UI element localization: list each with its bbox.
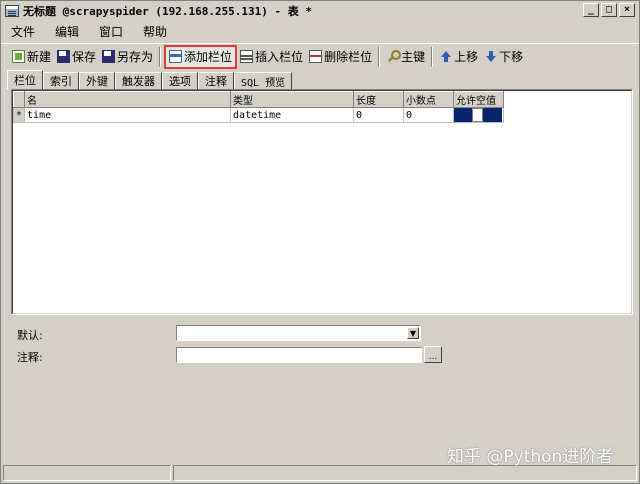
arrow-down-icon <box>484 50 497 63</box>
tab-options[interactable]: 选项 <box>162 72 198 89</box>
table-designer-window: 无标题 @scrapyspider (192.168.255.131) - 表 … <box>0 0 640 484</box>
menu-file[interactable]: 文件 <box>1 23 45 40</box>
default-combobox[interactable]: ▼ <box>176 325 421 341</box>
chevron-down-icon[interactable]: ▼ <box>407 327 419 339</box>
column-header-name[interactable]: 名 <box>24 91 232 108</box>
default-label: 默认: <box>17 329 43 342</box>
window-controls: _ □ × <box>583 3 635 17</box>
column-header-decimals[interactable]: 小数点 <box>403 91 455 108</box>
save-as-label: 另存为 <box>117 50 154 64</box>
save-icon <box>57 50 71 63</box>
menu-help[interactable]: 帮助 <box>133 23 177 40</box>
menu-window[interactable]: 窗口 <box>89 23 133 40</box>
allow-null-checkbox-area <box>454 108 503 122</box>
table-row[interactable]: * time datetime 0 0 <box>12 107 505 123</box>
move-down-label: 下移 <box>499 50 524 64</box>
cell-length[interactable]: 0 <box>353 107 405 123</box>
new-button[interactable]: 新建 <box>9 46 54 68</box>
status-bar <box>3 465 637 481</box>
title-bar[interactable]: 无标题 @scrapyspider (192.168.255.131) - 表 … <box>1 1 639 20</box>
toolbar: 新建 保存 另存为 添加栏位 插入栏位 删除栏位 主键 上移 下移 <box>1 43 639 69</box>
move-down-button[interactable]: 下移 <box>481 46 526 68</box>
status-pane <box>3 465 171 481</box>
watermark: 知乎 @Python进阶者 <box>447 447 614 467</box>
tab-foreign-keys[interactable]: 外键 <box>79 72 115 89</box>
cell-name[interactable]: time <box>24 107 232 123</box>
tab-triggers[interactable]: 触发器 <box>115 72 162 89</box>
primary-key-button[interactable]: 主键 <box>383 46 428 68</box>
new-icon <box>12 50 25 63</box>
fields-table: 名 类型 长度 小数点 允许空值 * time datetime 0 0 <box>12 91 505 123</box>
delete-field-icon <box>309 50 323 63</box>
add-field-button[interactable]: 添加栏位 <box>164 44 238 69</box>
fields-grid[interactable]: 名 类型 长度 小数点 允许空值 * time datetime 0 0 <box>11 89 633 315</box>
tab-comment[interactable]: 注释 <box>198 72 234 89</box>
allow-null-checkbox[interactable] <box>472 108 484 122</box>
tab-fields[interactable]: 栏位 <box>7 70 43 89</box>
add-field-label: 添加栏位 <box>184 50 233 64</box>
arrow-up-icon <box>439 50 452 63</box>
insert-field-button[interactable]: 插入栏位 <box>237 46 306 68</box>
tab-bar: 栏位 索引 外键 触发器 选项 注释 SQL 预览 <box>7 70 293 89</box>
delete-field-button[interactable]: 删除栏位 <box>306 46 375 68</box>
tab-indexes[interactable]: 索引 <box>43 72 79 89</box>
move-up-label: 上移 <box>454 50 479 64</box>
row-header-corner <box>12 91 26 108</box>
toolbar-separator <box>159 46 162 67</box>
insert-field-icon <box>240 50 254 63</box>
comment-browse-button[interactable]: ... <box>424 346 442 363</box>
selection-fill <box>454 108 473 122</box>
column-header-length[interactable]: 长度 <box>353 91 405 108</box>
minimize-button[interactable]: _ <box>583 3 599 17</box>
table-icon <box>5 4 19 17</box>
insert-field-label: 插入栏位 <box>255 50 304 64</box>
new-label: 新建 <box>27 50 52 64</box>
close-button[interactable]: × <box>619 3 635 17</box>
save-as-icon <box>102 50 116 63</box>
header-row: 名 类型 长度 小数点 允许空值 <box>12 91 505 108</box>
menu-bar: 文件 编辑 窗口 帮助 <box>1 21 639 41</box>
key-icon <box>386 50 402 63</box>
grid-frame: 名 类型 长度 小数点 允许空值 * time datetime 0 0 <box>12 90 632 314</box>
delete-field-label: 删除栏位 <box>324 50 373 64</box>
add-field-icon <box>169 50 183 63</box>
maximize-button[interactable]: □ <box>601 3 617 17</box>
selection-fill <box>483 108 503 122</box>
column-header-type[interactable]: 类型 <box>230 91 355 108</box>
cell-type[interactable]: datetime <box>230 107 355 123</box>
toolbar-separator <box>378 46 381 67</box>
column-header-allow-null[interactable]: 允许空值 <box>453 91 505 108</box>
status-pane <box>173 465 637 481</box>
move-up-button[interactable]: 上移 <box>436 46 481 68</box>
comment-input[interactable] <box>176 347 422 363</box>
cell-allow-null[interactable] <box>453 107 505 123</box>
primary-key-label: 主键 <box>401 50 426 64</box>
toolbar-separator <box>431 46 434 67</box>
window-title: 无标题 @scrapyspider (192.168.255.131) - 表 … <box>23 4 313 18</box>
tab-sql-preview[interactable]: SQL 预览 <box>234 72 293 89</box>
comment-label: 注释: <box>17 351 43 364</box>
save-label: 保存 <box>72 50 97 64</box>
cell-decimals[interactable]: 0 <box>403 107 455 123</box>
save-button[interactable]: 保存 <box>54 46 99 68</box>
row-marker: * <box>12 107 26 123</box>
menu-edit[interactable]: 编辑 <box>45 23 89 40</box>
save-as-button[interactable]: 另存为 <box>99 46 156 68</box>
